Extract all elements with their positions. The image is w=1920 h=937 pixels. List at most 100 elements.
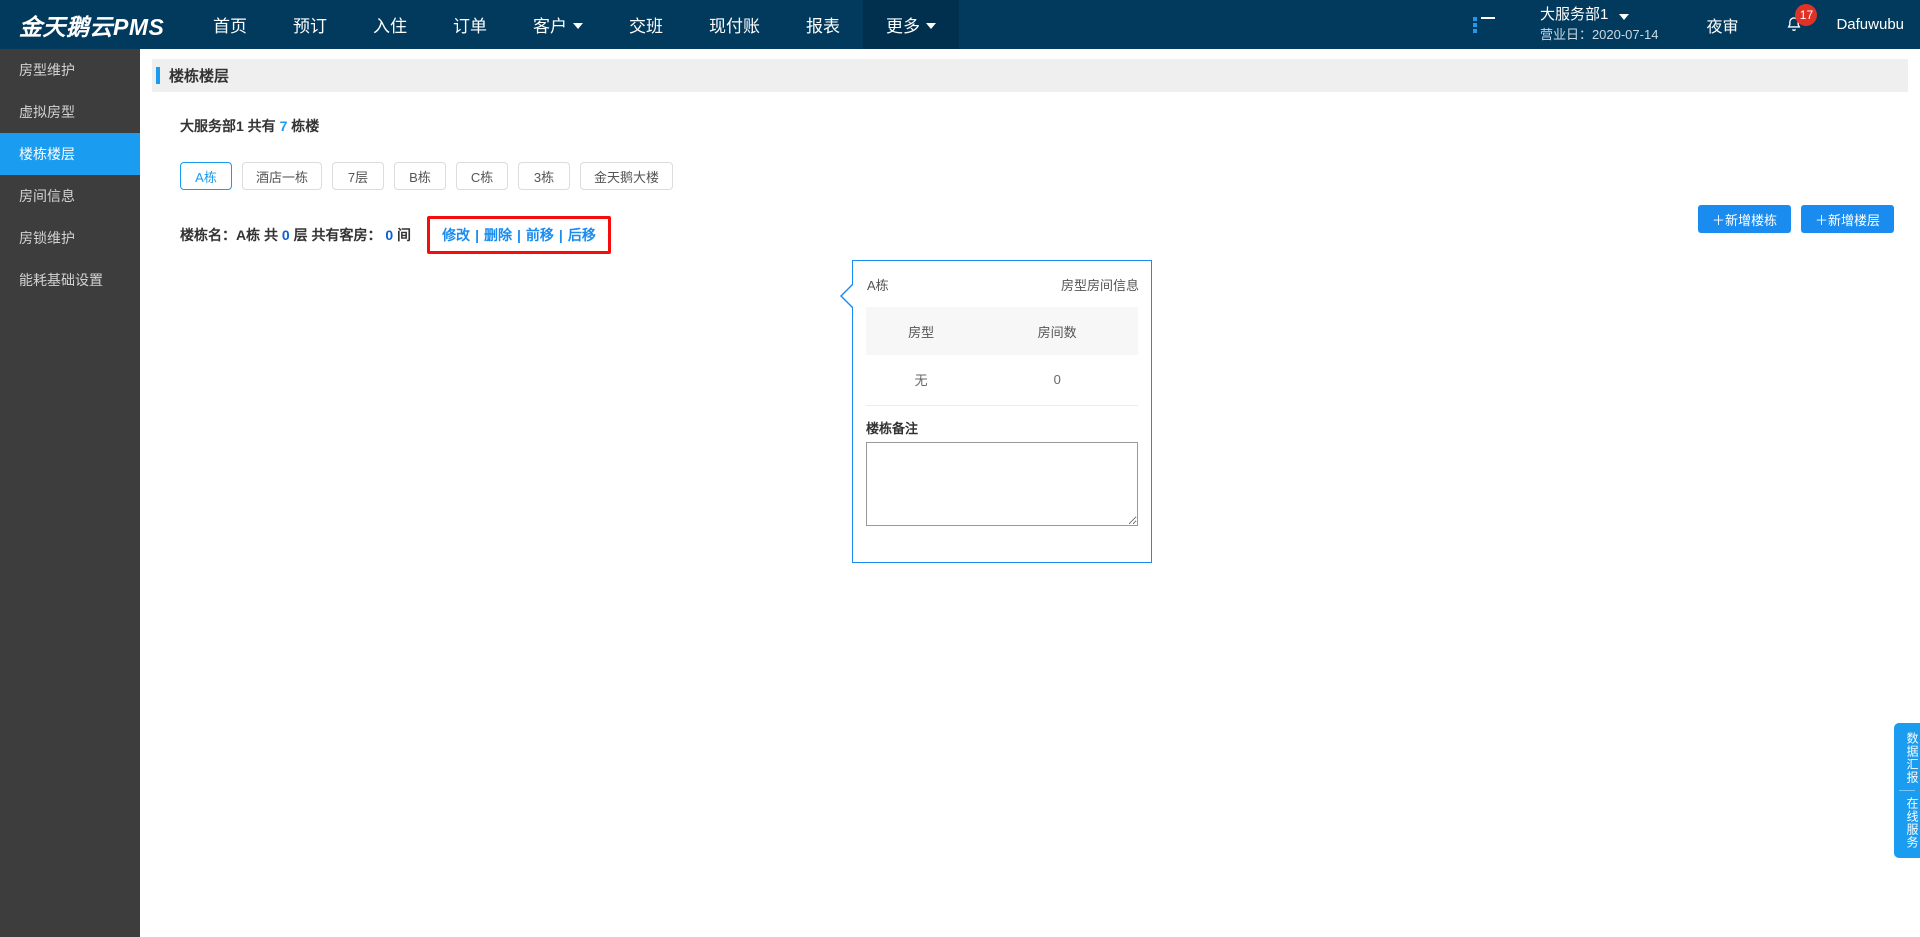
nav-label: 报表 bbox=[806, 17, 840, 36]
notification-bell-button[interactable]: 17 bbox=[1784, 3, 1818, 40]
nav-label: 入住 bbox=[373, 17, 407, 36]
building-tab-label: 7层 bbox=[347, 169, 369, 185]
user-name[interactable]: Dafuwubu bbox=[1836, 16, 1904, 33]
move-backward-link[interactable]: 后移 bbox=[568, 225, 596, 245]
sidebar-item-room-info[interactable]: 房间信息 bbox=[0, 175, 140, 217]
building-tab-hotel-1[interactable]: 酒店一栋 bbox=[242, 162, 323, 190]
summary-prefix: 大服务部1 共有 bbox=[180, 118, 280, 134]
building-tab-3[interactable]: 3栋 bbox=[518, 162, 571, 190]
building-tab-c[interactable]: C栋 bbox=[456, 162, 509, 190]
building-tab-a[interactable]: A栋 bbox=[180, 162, 232, 190]
nav-label: 更多 bbox=[886, 17, 920, 36]
nav-label: 首页 bbox=[213, 17, 247, 36]
sidebar-item-label: 房型维护 bbox=[19, 62, 75, 78]
building-actions-highlight: 修改 | 删除 | 前移 | 后移 bbox=[427, 216, 611, 254]
summary-suffix: 栋楼 bbox=[287, 118, 320, 134]
chevron-down-icon bbox=[926, 22, 936, 29]
night-audit-button[interactable]: 夜审 bbox=[1706, 13, 1738, 37]
app-root: 金天鹅云PMS 首页 预订 入住 订单 客户 交班 现付账 报表 更多 大服务部… bbox=[0, 0, 1920, 937]
chevron-down-icon bbox=[1619, 14, 1630, 21]
sidebar-item-room-lock-maintenance[interactable]: 房锁维护 bbox=[0, 217, 140, 259]
app-logo: 金天鹅云PMS bbox=[19, 13, 165, 40]
card-pointer-arrow-inner bbox=[842, 283, 855, 309]
rooms-count: 0 bbox=[385, 227, 394, 243]
sidebar-item-energy-settings[interactable]: 能耗基础设置 bbox=[0, 259, 140, 301]
nav-item-cash-account[interactable]: 现付账 bbox=[686, 0, 783, 49]
action-separator: | bbox=[475, 227, 479, 243]
remark-textarea[interactable] bbox=[866, 441, 1138, 526]
delete-building-link[interactable]: 删除 bbox=[484, 225, 512, 245]
online-service-tab[interactable]: 在线服务 bbox=[1894, 797, 1920, 849]
sidebar-item-room-type-maintenance[interactable]: 房型维护 bbox=[0, 49, 140, 91]
department-selector[interactable]: 大服务部1 营业日：2020-07-14 bbox=[1540, 4, 1659, 45]
chevron-down-icon bbox=[573, 22, 583, 29]
sidebar-item-label: 房间信息 bbox=[19, 188, 75, 204]
business-date: 营业日：2020-07-14 bbox=[1539, 26, 1659, 42]
edit-building-link[interactable]: 修改 bbox=[442, 225, 470, 245]
sidebar-item-virtual-room-type[interactable]: 虚拟房型 bbox=[0, 91, 140, 133]
building-tab-label: B栋 bbox=[409, 169, 431, 185]
table-header-row: 房型 房间数 bbox=[866, 307, 1138, 355]
floating-side-tabs: 数据汇报 在线服务 bbox=[1894, 723, 1920, 858]
data-report-tab[interactable]: 数据汇报 bbox=[1894, 732, 1920, 784]
building-tab-label: 3栋 bbox=[533, 169, 555, 185]
room-type-table: 房型 房间数 无 0 bbox=[866, 307, 1138, 406]
sidebar: 房型维护 虚拟房型 楼栋楼层 房间信息 房锁维护 能耗基础设置 bbox=[0, 49, 140, 937]
floors-prefix: 共 bbox=[260, 227, 282, 243]
move-forward-link[interactable]: 前移 bbox=[526, 225, 554, 245]
sidebar-item-building-floor[interactable]: 楼栋楼层 bbox=[0, 133, 140, 175]
nav-label: 客户 bbox=[533, 17, 567, 36]
nav-item-customers[interactable]: 客户 bbox=[510, 0, 606, 49]
building-tab-golden-swan[interactable]: 金天鹅大楼 bbox=[580, 162, 674, 190]
card-title: 房型房间信息 bbox=[1060, 278, 1139, 293]
page-title: 楼栋楼层 bbox=[169, 68, 230, 85]
nav-item-more[interactable]: 更多 bbox=[863, 0, 959, 49]
sidebar-item-label: 楼栋楼层 bbox=[19, 146, 75, 162]
building-tab-b[interactable]: B栋 bbox=[394, 162, 447, 190]
sidebar-item-label: 虚拟房型 bbox=[19, 104, 75, 120]
nav-label: 交班 bbox=[629, 17, 663, 36]
list-menu-icon[interactable] bbox=[1472, 16, 1495, 33]
nav-item-orders[interactable]: 订单 bbox=[430, 0, 510, 49]
floors-suffix: 层 bbox=[289, 227, 312, 243]
nav-item-checkin[interactable]: 入住 bbox=[350, 0, 430, 49]
building-name-value: A栋 bbox=[236, 227, 261, 243]
page-title-bar: 楼栋楼层 bbox=[152, 59, 1908, 92]
building-info-text: 楼栋名：A栋 共 0 层 共有客房： 0 间 bbox=[180, 225, 411, 245]
float-tab-divider bbox=[1899, 790, 1915, 791]
floors-count: 0 bbox=[281, 227, 290, 243]
building-tab-floor-7[interactable]: 7层 bbox=[332, 162, 385, 190]
main-navigation: 首页 预订 入住 订单 客户 交班 现付账 报表 更多 bbox=[190, 0, 959, 49]
action-separator: | bbox=[516, 227, 521, 243]
nav-label: 预订 bbox=[293, 17, 327, 36]
building-tab-label: 金天鹅大楼 bbox=[594, 169, 660, 185]
nav-item-reports[interactable]: 报表 bbox=[783, 0, 863, 49]
rooms-prefix: 共有客房： bbox=[311, 227, 386, 243]
sidebar-item-label: 能耗基础设置 bbox=[19, 272, 103, 288]
cell-room-count: 0 bbox=[976, 355, 1138, 406]
building-tab-label: 酒店一栋 bbox=[256, 169, 309, 185]
cell-room-type: 无 bbox=[866, 355, 977, 406]
add-buttons-group: ＋新增楼栋 ＋新增楼层 bbox=[1697, 205, 1894, 233]
header-right-group: 大服务部1 营业日：2020-07-14 夜审 17 Dafuwubu bbox=[1472, 0, 1920, 49]
nav-item-reservation[interactable]: 预订 bbox=[270, 0, 350, 49]
column-header-room-type: 房型 bbox=[866, 307, 977, 355]
column-header-room-count: 房间数 bbox=[976, 307, 1138, 355]
department-name: 大服务部1 bbox=[1539, 6, 1609, 24]
building-tab-label: C栋 bbox=[470, 169, 494, 185]
top-header: 金天鹅云PMS 首页 预订 入住 订单 客户 交班 现付账 报表 更多 大服务部… bbox=[0, 0, 1920, 49]
building-detail-card: A栋 房型房间信息 房型 房间数 无 0 楼栋备注 bbox=[840, 260, 1152, 563]
nav-item-home[interactable]: 首页 bbox=[190, 0, 270, 49]
nav-item-handover[interactable]: 交班 bbox=[606, 0, 686, 49]
card-header: A栋 房型房间信息 bbox=[853, 261, 1151, 307]
building-summary: 大服务部1 共有 7 栋楼 bbox=[180, 116, 1908, 136]
remark-label: 楼栋备注 bbox=[866, 420, 919, 436]
building-tab-list: A栋 酒店一栋 7层 B栋 C栋 3栋 金天鹅大楼 bbox=[180, 162, 1908, 190]
building-info-row: 楼栋名：A栋 共 0 层 共有客房： 0 间 修改 | 删除 | 前移 | 后移 bbox=[180, 216, 1908, 254]
title-accent-bar bbox=[156, 67, 160, 84]
notification-badge: 17 bbox=[1795, 3, 1818, 26]
rooms-suffix: 间 bbox=[393, 227, 412, 243]
add-floor-button[interactable]: ＋新增楼层 bbox=[1800, 205, 1894, 233]
card-building-name: A栋 bbox=[867, 278, 889, 293]
add-building-button[interactable]: ＋新增楼栋 bbox=[1697, 205, 1791, 233]
